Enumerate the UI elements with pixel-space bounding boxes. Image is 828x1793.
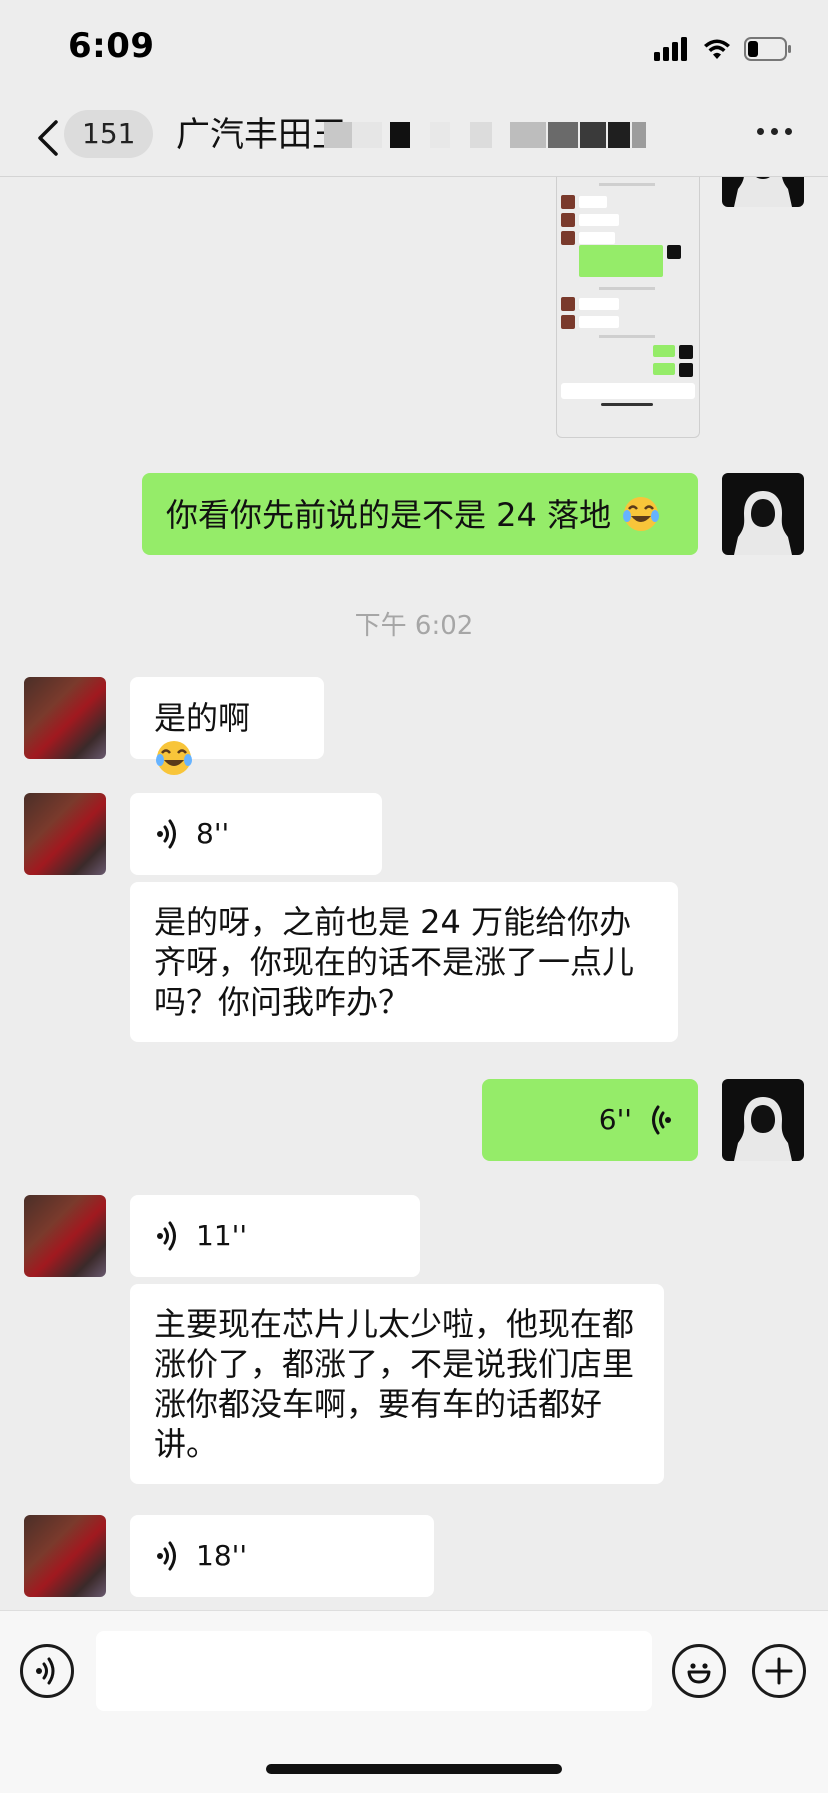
redacted-title-block [608,122,630,148]
status-bar: 6:09 [0,0,828,100]
voice-wave-icon [157,819,176,849]
unread-count-badge[interactable]: 151 [64,110,154,158]
chat-message-list[interactable]: 你看你先前说的是不是 24 落地 下午 6:02 是的啊 8'' 是的呀，之前也… [0,177,828,1610]
chat-title: 广汽丰田王 [176,115,346,155]
home-indicator [266,1764,562,1774]
voice-toggle-button[interactable] [20,1644,74,1698]
avatar[interactable] [722,1079,804,1161]
redacted-title-block [324,122,352,148]
voice-message-other[interactable]: 11'' [130,1195,420,1277]
voice-message-other[interactable]: 18'' [130,1515,434,1597]
redacted-title-block [470,122,492,148]
redacted-title-block [390,122,410,148]
hooded-figure-icon [734,177,792,207]
voice-duration: 11'' [196,1219,248,1252]
voice-message-other[interactable]: 8'' [130,793,382,875]
avatar[interactable] [722,473,804,555]
message-bubble-self[interactable]: 你看你先前说的是不是 24 落地 [142,473,698,555]
voice-duration: 8'' [196,817,230,850]
avatar[interactable] [722,177,804,207]
voice-duration: 6'' [598,1103,632,1136]
message-text: 是的呀，之前也是 24 万能给你办齐呀，你现在的话不是涨了一点儿吗？你问我咋办？ [154,903,635,1021]
chevron-left-icon [38,120,58,156]
battery-icon [744,37,791,61]
avatar[interactable] [24,1515,106,1597]
avatar[interactable] [24,793,106,875]
image-message[interactable] [556,177,700,438]
message-text: 主要现在芯片儿太少啦，他现在都涨价了，都涨了，不是说我们店里涨你都没车啊，要有车… [154,1305,635,1463]
voice-wave-icon [652,1105,671,1135]
redacted-title-block [548,122,578,148]
more-icon [757,128,764,135]
message-timestamp: 下午 6:02 [354,611,474,641]
cellular-signal-icon [654,37,687,61]
message-bubble-other[interactable]: 是的啊 [130,677,324,775]
crying-laughing-emoji [623,497,660,531]
voice-wave-icon [157,1221,176,1251]
voice-icon [36,1657,55,1685]
redacted-title-block [632,122,646,148]
message-bubble-other[interactable]: 主要现在芯片儿太少啦，他现在都涨价了，都涨了，不是说我们店里涨你都没车啊，要有车… [130,1284,664,1484]
status-icons [654,34,792,64]
avatar[interactable] [24,1195,106,1277]
voice-wave-icon [157,1541,176,1571]
message-text: 你看你先前说的是不是 24 落地 [166,494,674,535]
more-functions-button[interactable] [752,1644,806,1698]
chat-header: 151 广汽丰田王 [0,100,828,177]
emoji-button[interactable] [672,1644,726,1698]
status-time: 6:09 [68,26,155,66]
plus-icon [765,1657,793,1685]
hooded-figure-icon [734,491,792,555]
redacted-title-block [430,122,450,148]
avatar[interactable] [24,677,106,759]
hooded-figure-icon [734,1097,792,1161]
redacted-title-block [510,122,546,148]
more-button[interactable] [757,128,792,135]
message-input[interactable] [96,1631,652,1711]
emoji-icon [687,1663,711,1684]
message-text: 是的啊 [154,698,300,779]
wifi-icon [704,39,730,59]
voice-message-self[interactable]: 6'' [482,1079,698,1161]
redacted-title-block [352,122,382,148]
crying-laughing-emoji [156,741,192,775]
voice-duration: 18'' [196,1539,248,1572]
redacted-title-block [580,122,606,148]
message-bubble-other[interactable]: 是的呀，之前也是 24 万能给你办齐呀，你现在的话不是涨了一点儿吗？你问我咋办？ [130,882,678,1042]
